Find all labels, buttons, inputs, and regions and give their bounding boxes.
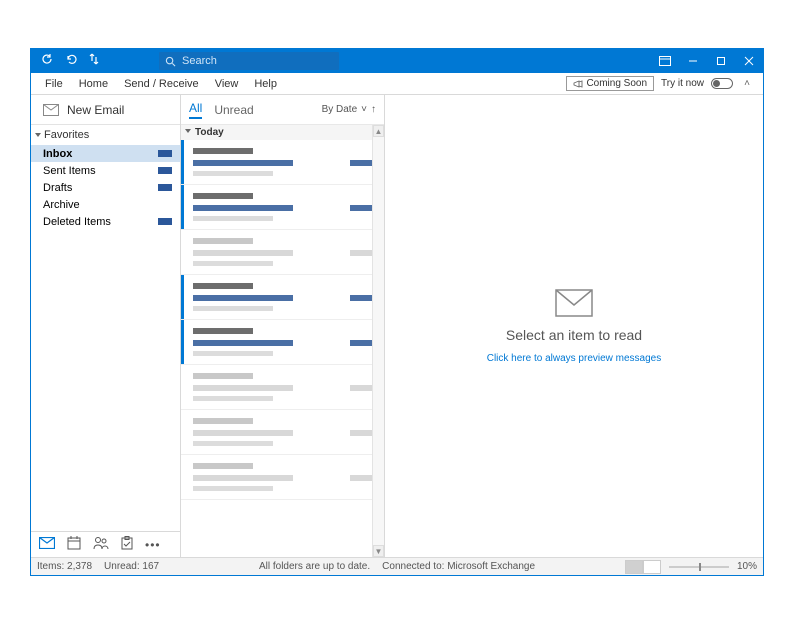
folder-deleted[interactable]: Deleted Items — [31, 213, 180, 230]
undo-icon[interactable] — [65, 52, 77, 70]
nav-tasks-icon[interactable] — [121, 536, 133, 553]
view-reading-button[interactable] — [643, 560, 661, 574]
message-item[interactable] — [181, 185, 384, 230]
sort-ascending-icon[interactable]: ↑ — [371, 104, 376, 115]
chevron-down-icon: ˅ — [361, 104, 367, 115]
scroll-up-icon[interactable]: ▲ — [373, 125, 384, 137]
sendreceive-qat-icon[interactable] — [89, 52, 99, 70]
message-item[interactable] — [181, 275, 384, 320]
message-list-pane: All Unread By Date ˅ ↑ Today ▲ — [181, 95, 385, 557]
window-controls — [651, 49, 763, 73]
new-email-button[interactable]: New Email — [31, 95, 180, 125]
reading-pane: Select an item to read Click here to alw… — [385, 95, 763, 557]
nav-more-icon[interactable]: ••• — [145, 538, 161, 552]
outlook-window: Search File Home Send / Receive View Hel… — [30, 48, 764, 576]
reading-pane-title: Select an item to read — [506, 327, 642, 343]
search-box[interactable]: Search — [159, 52, 339, 70]
try-it-now-label: Try it now — [658, 77, 707, 90]
status-unread: Unread: 167 — [104, 561, 159, 572]
collapse-ribbon-icon[interactable]: ˄ — [737, 78, 757, 89]
sort-dropdown[interactable]: By Date ˅ ↑ — [322, 104, 376, 115]
menu-sendreceive[interactable]: Send / Receive — [116, 75, 207, 93]
reading-pane-preview-link[interactable]: Click here to always preview messages — [487, 353, 662, 364]
status-bar: Items: 2,378 Unread: 167 All folders are… — [31, 557, 763, 575]
menu-bar: File Home Send / Receive View Help Comin… — [31, 73, 763, 95]
new-email-icon — [43, 104, 59, 116]
minimize-button[interactable] — [679, 49, 707, 73]
menu-view[interactable]: View — [207, 75, 247, 93]
unread-badge — [158, 150, 172, 157]
view-normal-button[interactable] — [625, 560, 643, 574]
status-sync: All folders are up to date. — [259, 561, 370, 572]
message-item[interactable] — [181, 140, 384, 185]
close-button[interactable] — [735, 49, 763, 73]
menu-file[interactable]: File — [37, 75, 71, 93]
megaphone-icon — [573, 79, 583, 89]
search-placeholder: Search — [182, 55, 217, 67]
menu-help[interactable]: Help — [246, 75, 285, 93]
message-item[interactable] — [181, 320, 384, 365]
scroll-down-icon[interactable]: ▼ — [373, 545, 384, 557]
coming-soon-button[interactable]: Coming Soon — [566, 76, 654, 91]
app-body: New Email Favorites Inbox Sent Items Dra… — [31, 95, 763, 557]
message-item[interactable] — [181, 455, 384, 500]
message-item[interactable] — [181, 230, 384, 275]
folder-archive[interactable]: Archive — [31, 196, 180, 213]
ribbon-display-icon[interactable] — [651, 49, 679, 73]
nav-mail-icon[interactable] — [39, 537, 55, 552]
nav-people-icon[interactable] — [93, 536, 109, 553]
favorites-header[interactable]: Favorites — [31, 125, 180, 145]
message-list-header: All Unread By Date ˅ ↑ — [181, 95, 384, 125]
filter-all[interactable]: All — [189, 101, 202, 119]
view-switcher — [625, 560, 661, 574]
filter-unread[interactable]: Unread — [214, 103, 253, 117]
group-header-today[interactable]: Today — [181, 125, 384, 140]
sync-icon[interactable] — [41, 52, 53, 70]
quick-access-toolbar — [31, 52, 99, 70]
folder-drafts[interactable]: Drafts — [31, 179, 180, 196]
zoom-percent[interactable]: 10% — [737, 561, 757, 572]
zoom-slider[interactable] — [669, 566, 729, 568]
unread-badge — [158, 167, 172, 174]
unread-badge — [158, 184, 172, 191]
menu-home[interactable]: Home — [71, 75, 116, 93]
message-list — [181, 140, 384, 557]
message-list-scrollbar[interactable]: ▲ ▼ — [372, 125, 384, 557]
search-icon — [165, 56, 176, 67]
coming-soon-toggle[interactable] — [711, 78, 733, 89]
folder-inbox[interactable]: Inbox — [31, 145, 180, 162]
message-item[interactable] — [181, 410, 384, 455]
folder-sent[interactable]: Sent Items — [31, 162, 180, 179]
status-connected: Connected to: Microsoft Exchange — [382, 561, 535, 572]
title-bar: Search — [31, 49, 763, 73]
unread-badge — [158, 218, 172, 225]
maximize-button[interactable] — [707, 49, 735, 73]
message-item[interactable] — [181, 365, 384, 410]
envelope-icon — [555, 289, 593, 317]
navigation-pane: New Email Favorites Inbox Sent Items Dra… — [31, 95, 181, 557]
nav-calendar-icon[interactable] — [67, 536, 81, 553]
nav-switcher: ••• — [31, 531, 180, 557]
status-items: Items: 2,378 — [37, 561, 92, 572]
